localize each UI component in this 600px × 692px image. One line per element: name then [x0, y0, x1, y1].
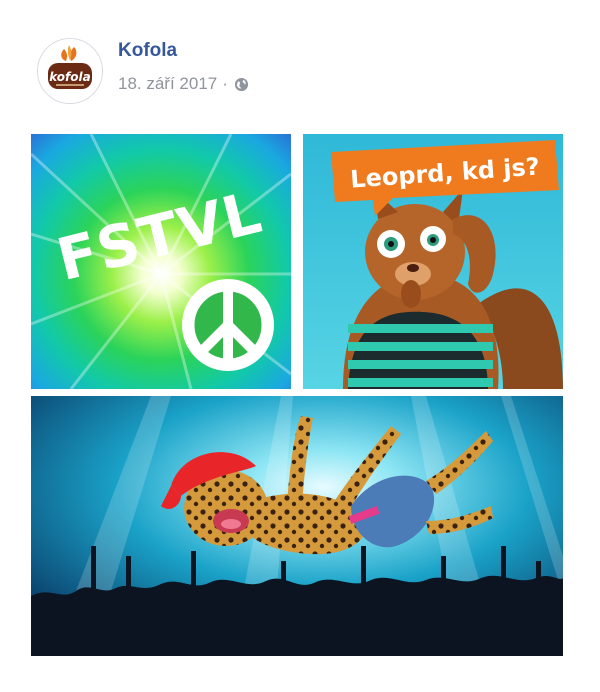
globe-icon[interactable] [234, 77, 249, 92]
avatar[interactable]: kofola [37, 38, 103, 104]
photo-fstvl[interactable]: FSTVL [31, 134, 291, 389]
post-date[interactable]: 18. září 2017 [118, 74, 217, 94]
author-name[interactable]: Kofola [118, 40, 177, 62]
peace-sign-icon [182, 279, 274, 371]
logo-text: kofola [49, 70, 90, 84]
meta-separator: · [222, 74, 228, 93]
photo-concert[interactable] [31, 396, 563, 656]
post-meta: 18. září 2017 · [118, 74, 249, 94]
kofola-logo-icon: kofola [38, 39, 102, 103]
facebook-post: kofola Kofola 18. září 2017 · FSTVL Leop… [0, 0, 600, 692]
photo-squirrel[interactable]: Leoprd, kd js? [303, 134, 563, 389]
